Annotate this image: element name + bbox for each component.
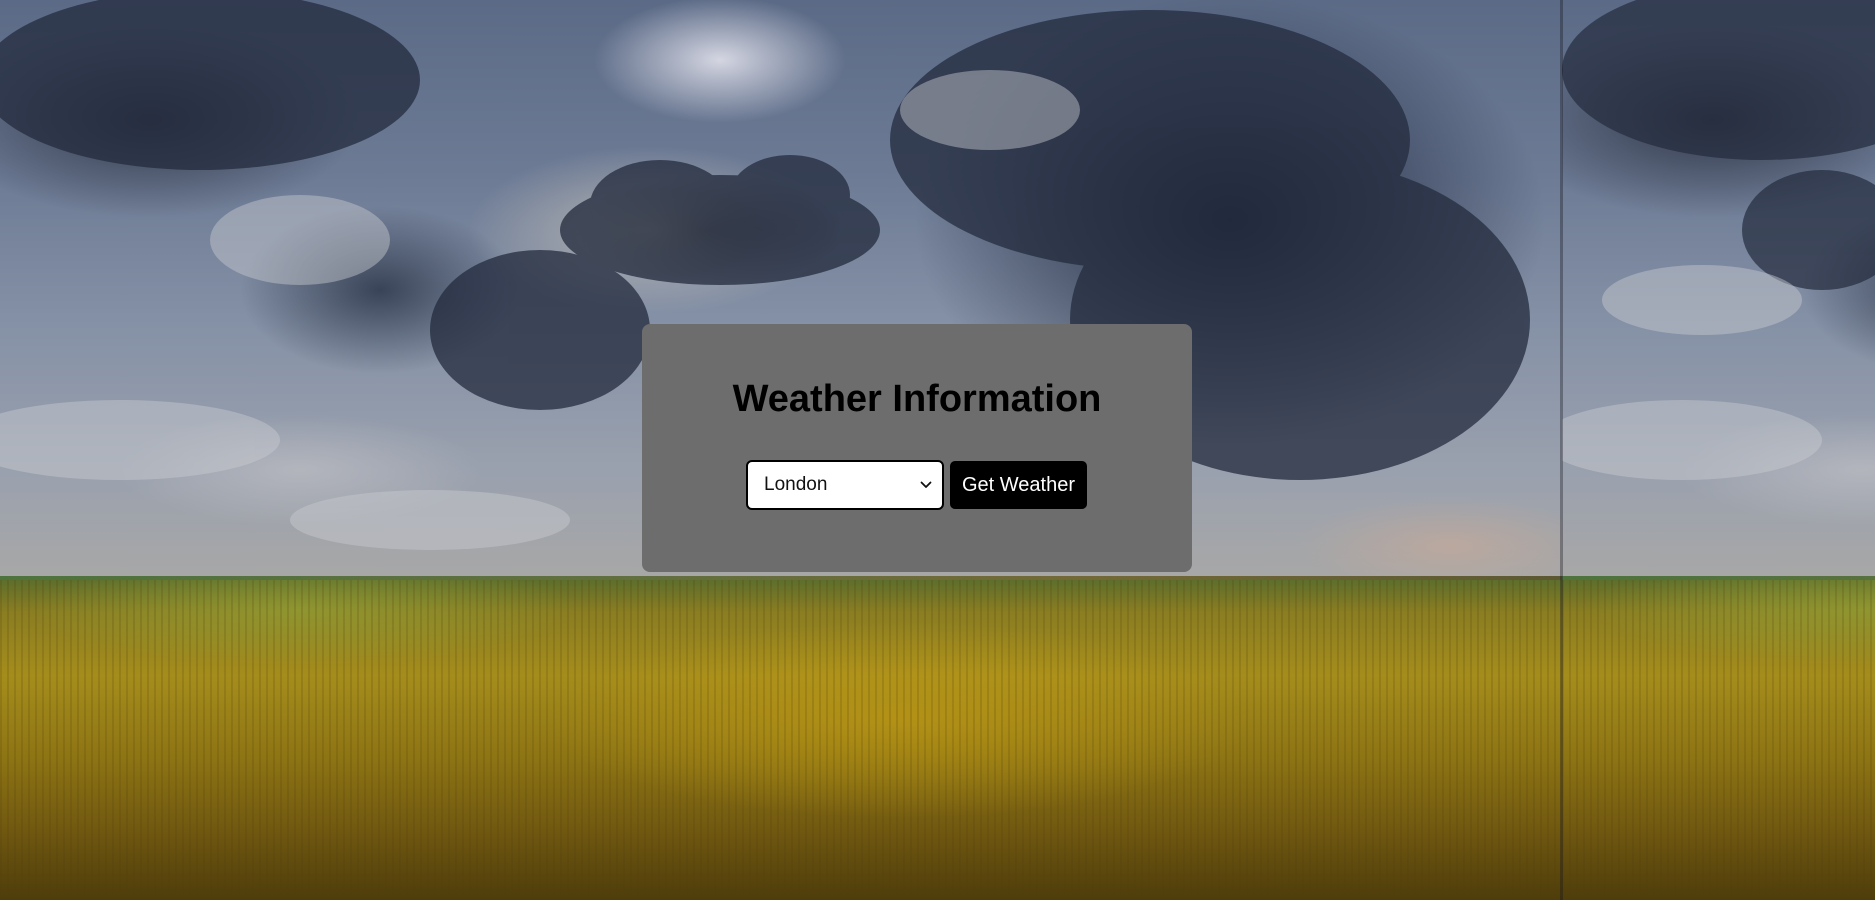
card-title: Weather Information <box>732 378 1102 420</box>
storm-clouds-repeat <box>1562 0 1875 480</box>
get-weather-button[interactable]: Get Weather <box>950 461 1088 509</box>
wheat-field-repeat <box>1562 580 1875 900</box>
weather-controls: London Get Weather <box>746 460 1088 510</box>
chevron-down-icon <box>920 481 932 488</box>
cloudy-sky-repeat <box>1562 0 1875 590</box>
wheat-field <box>0 580 1562 900</box>
city-select-value: London <box>764 474 828 495</box>
background-seam <box>1560 0 1563 900</box>
weather-card: Weather Information London Get Weather <box>642 324 1192 572</box>
city-select[interactable]: London <box>746 460 944 510</box>
background-image-repeat <box>1562 0 1875 900</box>
